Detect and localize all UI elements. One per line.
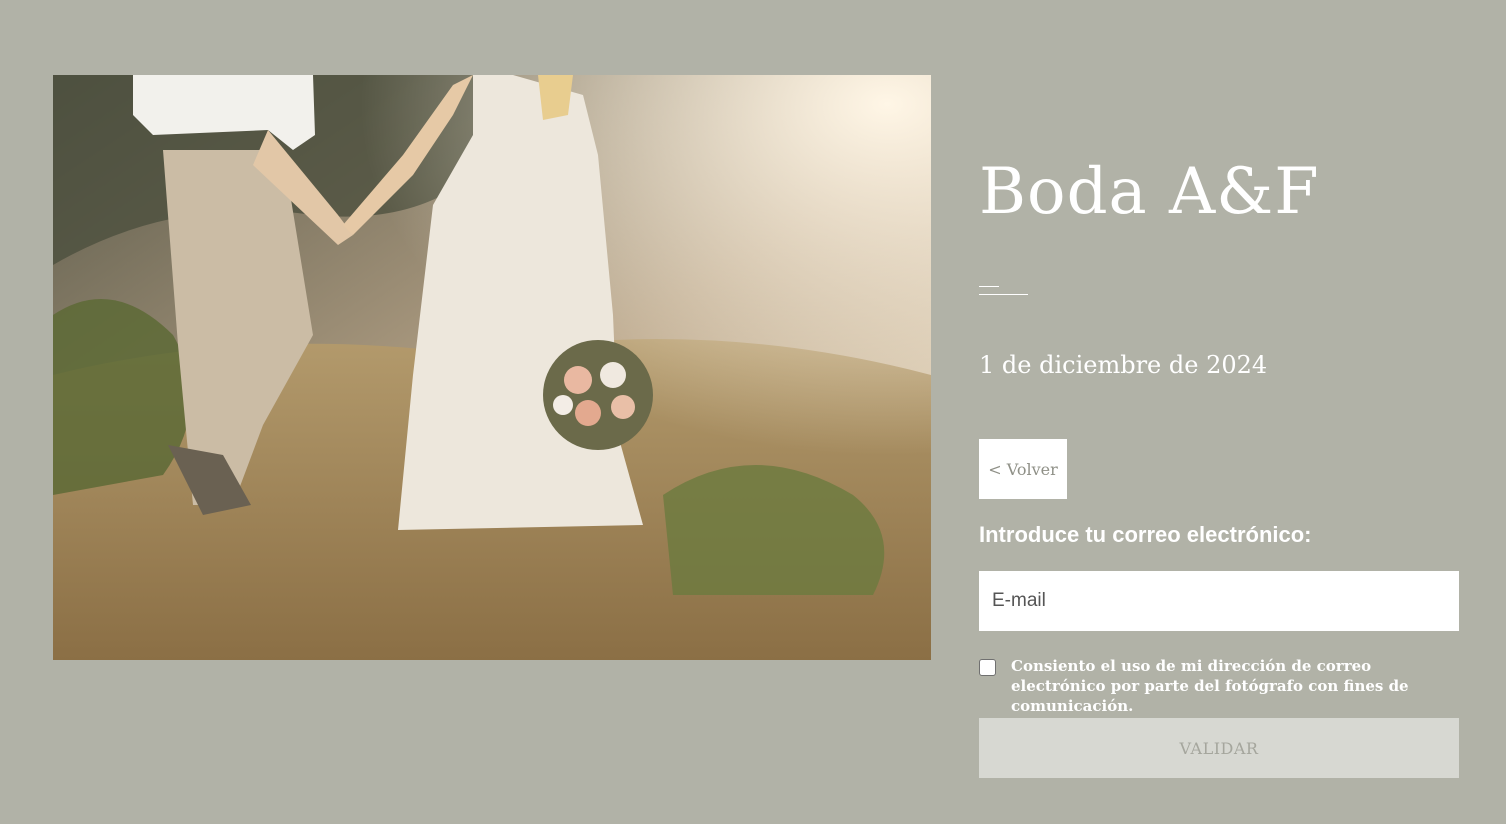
event-title: Boda A&F: [979, 155, 1320, 229]
couple-photo-image: [53, 75, 931, 660]
consent-row: Consiento el uso de mi dirección de corr…: [979, 656, 1459, 716]
event-date: 1 de diciembre de 2024: [979, 351, 1268, 379]
consent-checkbox[interactable]: [979, 659, 996, 676]
consent-text: Consiento el uso de mi dirección de corr…: [1011, 657, 1409, 715]
title-divider: [979, 284, 1028, 295]
validate-button[interactable]: VALIDAR: [979, 718, 1459, 778]
email-field[interactable]: [979, 571, 1459, 631]
email-field-label: Introduce tu correo electrónico:: [979, 522, 1312, 547]
back-button[interactable]: < Volver: [979, 439, 1067, 499]
hero-photo: [53, 75, 931, 660]
